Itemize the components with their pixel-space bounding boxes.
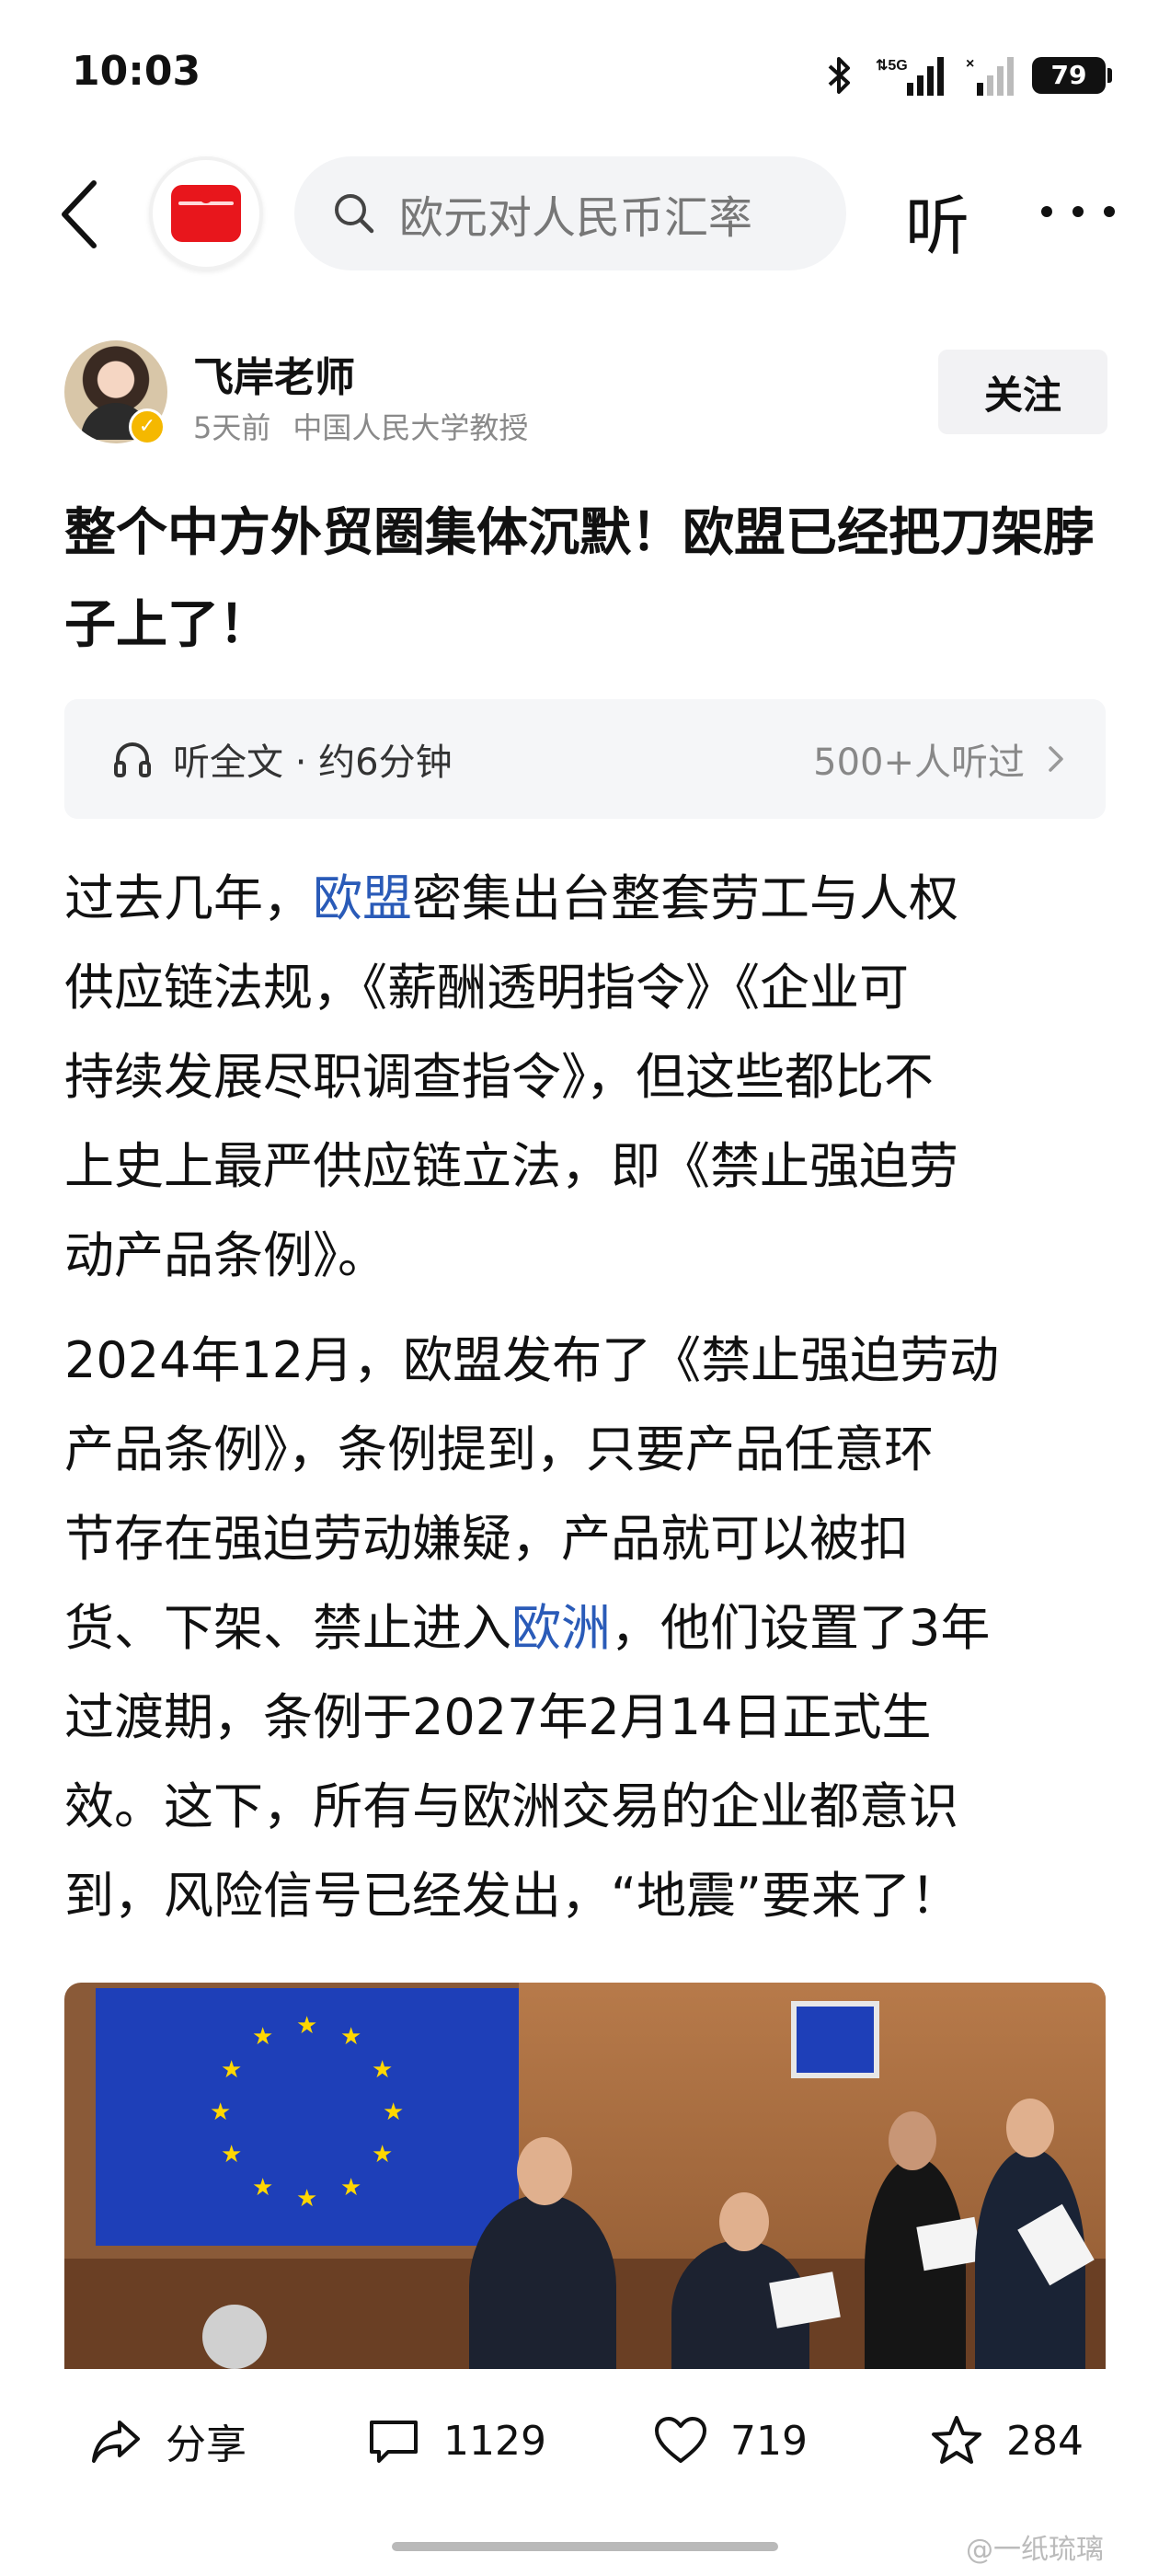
comment-count: 1129 bbox=[443, 2417, 546, 2465]
battery-indicator: 79 bbox=[1032, 57, 1112, 94]
eu-emblem-image bbox=[791, 2001, 879, 2078]
like-count: 719 bbox=[730, 2417, 808, 2465]
status-time: 10:03 bbox=[72, 48, 201, 95]
paragraph-line: 产品条例》，条例提到，只要产品任意环 bbox=[64, 1420, 934, 1478]
post-time: 5天前 bbox=[193, 410, 271, 445]
share-button[interactable]: 分享 bbox=[88, 2413, 247, 2468]
star-icon bbox=[932, 2416, 981, 2464]
comment-icon bbox=[370, 2421, 418, 2463]
listen-label: 听全文 · 约6分钟 bbox=[173, 742, 453, 784]
article-title: 整个中方外贸圈集体沉默！欧盟已经把刀架脖子上了！ bbox=[64, 503, 1095, 655]
heart-icon bbox=[655, 2417, 706, 2463]
paragraph-line: 上史上最严供应链立法，即《禁止强迫劳 bbox=[64, 1137, 958, 1195]
search-box[interactable]: 欧元对人民币汇率 bbox=[294, 156, 846, 270]
status-bar: 10:03 ⇅5G × 79 bbox=[0, 0, 1170, 147]
chevron-right-icon bbox=[1049, 746, 1063, 772]
author-name[interactable]: 飞岸老师 bbox=[193, 344, 355, 403]
link-europe[interactable]: 欧洲 bbox=[511, 1599, 611, 1657]
svg-text:⇅5G: ⇅5G bbox=[876, 58, 908, 74]
follow-button[interactable]: 关注 bbox=[938, 350, 1107, 434]
paragraph-line: 动产品条例》。 bbox=[64, 1226, 387, 1284]
red-envelope-icon bbox=[171, 185, 241, 242]
author-title: 中国人民大学教授 bbox=[292, 410, 529, 445]
paragraph-line: 持续发展尽职调查指令》，但这些都比不 bbox=[64, 1048, 934, 1106]
search-icon bbox=[335, 194, 374, 234]
share-icon bbox=[92, 2421, 140, 2463]
paragraph-line: 过去几年，欧盟密集出台整套劳工与人权 bbox=[64, 869, 958, 927]
author-meta: 5天前 中国人民大学教授 bbox=[193, 405, 528, 447]
article-paragraph: 过去几年，欧盟密集出台整套劳工与人权 供应链法规，《薪酬透明指令》《企业可 持续… bbox=[64, 854, 1113, 1300]
bottom-action-bar: 分享 1129 719 284 bbox=[0, 2369, 1170, 2507]
search-query: 欧元对人民币汇率 bbox=[399, 192, 753, 244]
verified-badge-icon: ✓ bbox=[129, 408, 166, 445]
favorite-count: 284 bbox=[1006, 2417, 1084, 2465]
bluetooth-icon bbox=[828, 57, 850, 94]
app-logo[interactable] bbox=[149, 156, 263, 270]
share-label: 分享 bbox=[166, 2421, 247, 2468]
eu-flag-image: ★ ★ ★ ★ ★ ★ ★ ★ ★ ★ ★ ★ bbox=[96, 1988, 519, 2246]
paragraph-line: 货、下架、禁止进入欧洲，他们设置了3年 bbox=[64, 1599, 991, 1657]
headphone-icon bbox=[114, 742, 151, 777]
watermark: @一纸琉璃 bbox=[966, 2534, 1104, 2566]
like-button[interactable]: 719 bbox=[653, 2413, 808, 2468]
paragraph-line: 节存在强迫劳动嫌疑，产品就可以被扣 bbox=[64, 1510, 909, 1568]
paragraph-line: 过渡期，条例于2027年2月14日正式生 bbox=[64, 1688, 932, 1746]
signal-secondary-icon: × bbox=[966, 56, 1014, 96]
paragraph-line: 效。这下，所有与欧洲交易的企业都意识 bbox=[64, 1777, 958, 1835]
back-button[interactable] bbox=[52, 173, 107, 256]
more-dot bbox=[1041, 206, 1052, 217]
article-paragraph: 2024年12月，欧盟发布了《禁止强迫劳动 产品条例》，条例提到，只要产品任意环… bbox=[64, 1316, 1113, 1940]
signal-5g-icon: ⇅5G bbox=[876, 57, 944, 96]
paragraph-line: 2024年12月，欧盟发布了《禁止强迫劳动 bbox=[64, 1331, 1000, 1389]
link-eu[interactable]: 欧盟 bbox=[313, 869, 412, 927]
status-icons: ⇅5G × 79 bbox=[826, 48, 1112, 103]
article-image[interactable]: ★ ★ ★ ★ ★ ★ ★ ★ ★ ★ ★ ★ bbox=[64, 1983, 1106, 2369]
listen-button[interactable]: 听 bbox=[905, 175, 969, 268]
comment-button[interactable]: 1129 bbox=[366, 2413, 546, 2468]
author-row: ✓ 飞岸老师 5天前 中国人民大学教授 关注 bbox=[0, 340, 1170, 451]
home-indicator[interactable] bbox=[392, 2542, 778, 2551]
paragraph-line: 供应链法规，《薪酬透明指令》《企业可 bbox=[64, 959, 909, 1017]
svg-text:×: × bbox=[966, 56, 974, 72]
paragraph-line: 到，风险信号已经发出，“地震”要来了！ bbox=[64, 1867, 960, 1925]
listen-count: 500+人听过 bbox=[813, 742, 1025, 784]
chevron-left-icon bbox=[62, 180, 97, 248]
listen-full-text-bar[interactable]: 听全文 · 约6分钟 500+人听过 bbox=[64, 699, 1106, 819]
more-dot bbox=[1072, 206, 1084, 217]
more-dot bbox=[1104, 206, 1115, 217]
favorite-button[interactable]: 284 bbox=[929, 2413, 1084, 2468]
top-nav: 欧元对人民币汇率 听 bbox=[0, 147, 1170, 285]
more-options-button[interactable] bbox=[1041, 184, 1115, 239]
